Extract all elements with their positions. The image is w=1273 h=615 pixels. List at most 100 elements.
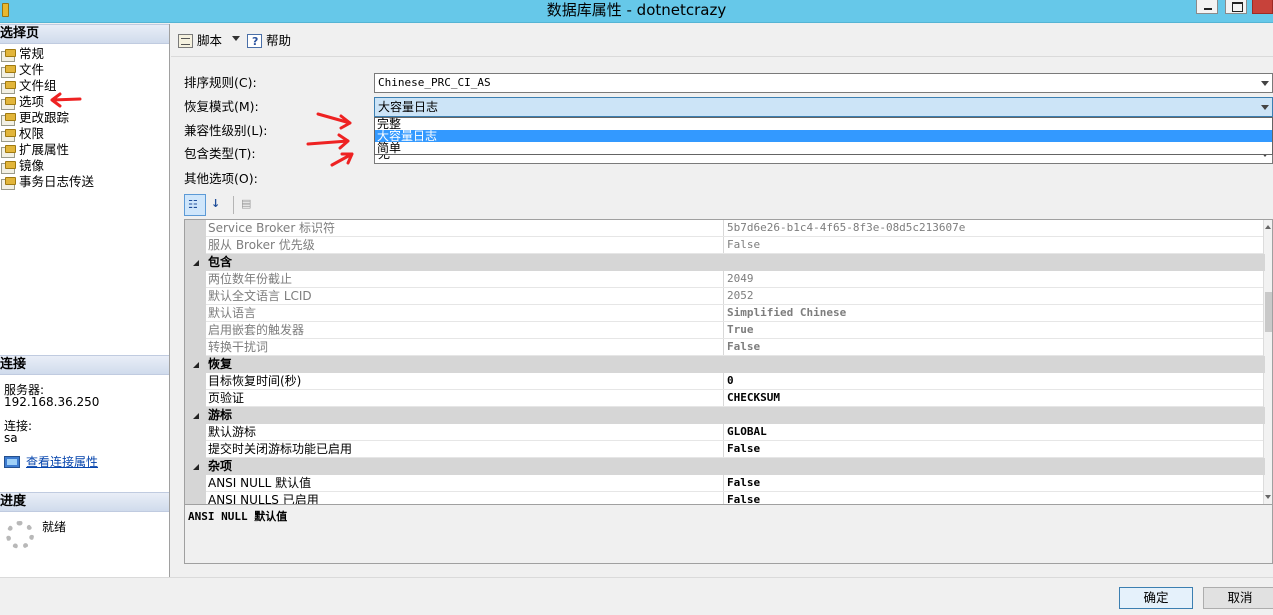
page-item[interactable]: 常规 <box>0 46 94 62</box>
property-name: 转换干扰词 <box>208 339 724 355</box>
property-value[interactable]: 0 <box>727 373 1263 389</box>
property-value[interactable]: False <box>727 492 1263 504</box>
property-value: 2052 <box>727 289 754 302</box>
view-connection-properties-link[interactable]: 查看连接属性 <box>4 454 98 470</box>
property-value[interactable]: False <box>727 475 1263 491</box>
property-row[interactable]: 转换干扰词 False <box>185 339 1265 356</box>
property-row-gutter <box>185 339 206 356</box>
property-category[interactable]: 游标 <box>185 407 1265 424</box>
property-row-gutter <box>185 271 206 288</box>
property-row-gutter <box>185 475 206 492</box>
property-row[interactable]: 页验证 CHECKSUM <box>185 390 1265 407</box>
property-pages-icon: ▤ <box>241 197 252 210</box>
settings-page-icon <box>1 145 16 158</box>
cancel-button[interactable]: 取消 <box>1203 587 1273 609</box>
property-value[interactable]: False <box>727 441 1263 457</box>
property-row[interactable]: ANSI NULLS 已启用 False <box>185 492 1265 504</box>
categorized-view-button[interactable]: ☷ <box>184 194 206 216</box>
settings-page-icon <box>1 177 16 190</box>
connection-header: 连接 <box>0 355 169 375</box>
property-row[interactable]: 两位数年份截止 2049 <box>185 271 1265 288</box>
recovery-model-dropdown-list: 完整 大容量日志 简单 <box>374 117 1273 155</box>
property-row[interactable]: 启用嵌套的触发器 True <box>185 322 1265 339</box>
property-value[interactable]: GLOBAL <box>727 424 1263 440</box>
annotation-arrow-icon <box>306 133 350 150</box>
property-row-gutter <box>185 305 206 322</box>
property-row-gutter <box>185 424 206 441</box>
scroll-up-icon[interactable] <box>1265 225 1271 229</box>
recovery-option[interactable]: 简单 <box>375 142 1272 154</box>
description-title: ANSI NULL 默认值 <box>188 510 288 523</box>
property-row[interactable]: 提交时关闭游标功能已启用 False <box>185 441 1265 458</box>
property-row[interactable]: ANSI NULL 默认值 False <box>185 475 1265 492</box>
property-category[interactable]: 恢复 <box>185 356 1265 373</box>
recovery-option[interactable]: 完整 <box>375 118 1272 130</box>
alphabetical-sort-button[interactable]: ↓ <box>208 194 230 216</box>
help-button[interactable]: 帮助 <box>247 31 292 52</box>
scroll-thumb[interactable] <box>1265 292 1272 332</box>
page-item-label: 文件组 <box>19 78 57 93</box>
property-value[interactable]: CHECKSUM <box>727 390 1263 406</box>
page-item[interactable]: 文件组 <box>0 78 94 94</box>
property-row[interactable]: 服从 Broker 优先级 False <box>185 237 1265 254</box>
scroll-down-icon[interactable] <box>1265 495 1271 499</box>
property-row[interactable]: Service Broker 标识符 5b7d6e26-b1c4-4f65-8f3… <box>185 220 1265 237</box>
help-icon <box>247 32 262 52</box>
property-name: 提交时关闭游标功能已启用 <box>208 441 724 457</box>
ok-button[interactable]: 确定 <box>1119 587 1193 609</box>
collapse-arrow-icon[interactable] <box>193 260 199 266</box>
page-item[interactable]: 事务日志传送 <box>0 174 94 190</box>
property-name: 服从 Broker 优先级 <box>208 237 724 253</box>
property-name: 两位数年份截止 <box>208 271 724 287</box>
property-category-label: 杂项 <box>208 459 233 473</box>
page-item[interactable]: 更改跟踪 <box>0 110 94 126</box>
property-name: ANSI NULL 默认值 <box>208 475 724 491</box>
compatibility-level-label: 兼容性级别(L): <box>184 123 268 138</box>
page-item[interactable]: 镜像 <box>0 158 94 174</box>
property-name: 默认语言 <box>208 305 724 321</box>
property-category[interactable]: 包含 <box>185 254 1265 271</box>
script-button[interactable]: 脚本 <box>178 31 222 51</box>
title-bar: 数据库属性 - dotnetcrazy <box>0 0 1273 23</box>
settings-page-icon <box>1 113 16 126</box>
page-list: 常规 文件 文件组 选项 更改跟踪 权限 扩展属性 镜像 事务日志传送 <box>0 46 94 190</box>
property-name: Service Broker 标识符 <box>208 220 724 236</box>
minimize-button[interactable] <box>1196 0 1218 14</box>
window-title: 数据库属性 - dotnetcrazy <box>546 1 727 19</box>
page-item[interactable]: 选项 <box>0 94 94 110</box>
property-row[interactable]: 默认全文语言 LCID 2052 <box>185 288 1265 305</box>
property-row[interactable]: 默认语言 Simplified Chinese <box>185 305 1265 322</box>
page-item[interactable]: 文件 <box>0 62 94 78</box>
page-item[interactable]: 扩展属性 <box>0 142 94 158</box>
collapse-arrow-icon[interactable] <box>193 464 199 470</box>
connection-value: sa <box>4 431 18 445</box>
collation-label: 排序规则(C): <box>184 75 257 90</box>
settings-page-icon <box>1 161 16 174</box>
maximize-button[interactable] <box>1225 0 1247 14</box>
script-dropdown-arrow-icon[interactable] <box>232 36 240 41</box>
property-pages-button[interactable]: ▤ <box>238 194 260 216</box>
page-item[interactable]: 权限 <box>0 126 94 142</box>
property-category-label: 包含 <box>208 255 233 269</box>
property-row[interactable]: 默认游标 GLOBAL <box>185 424 1265 441</box>
settings-page-icon <box>1 81 16 94</box>
annotation-arrow-icon <box>330 152 354 167</box>
page-item-label: 更改跟踪 <box>19 110 70 125</box>
property-name: 默认游标 <box>208 424 724 440</box>
view-connection-properties-label[interactable]: 查看连接属性 <box>26 455 98 469</box>
script-icon <box>178 34 193 48</box>
property-name: 默认全文语言 LCID <box>208 288 724 304</box>
close-button[interactable] <box>1252 0 1273 14</box>
property-row[interactable]: 目标恢复时间(秒) 0 <box>185 373 1265 390</box>
recovery-option[interactable]: 大容量日志 <box>375 130 1272 142</box>
property-category[interactable]: 杂项 <box>185 458 1265 475</box>
collapse-arrow-icon[interactable] <box>193 413 199 419</box>
collapse-arrow-icon[interactable] <box>193 362 199 368</box>
property-description-pane: ANSI NULL 默认值 <box>184 505 1273 564</box>
recovery-model-value: 大容量日志 <box>378 100 439 114</box>
recovery-model-combo[interactable]: 大容量日志 <box>374 97 1273 117</box>
help-label: 帮助 <box>266 33 292 48</box>
property-row-gutter <box>185 220 206 237</box>
property-category-label: 恢复 <box>208 357 233 371</box>
collation-combo[interactable]: Chinese_PRC_CI_AS <box>374 73 1273 93</box>
